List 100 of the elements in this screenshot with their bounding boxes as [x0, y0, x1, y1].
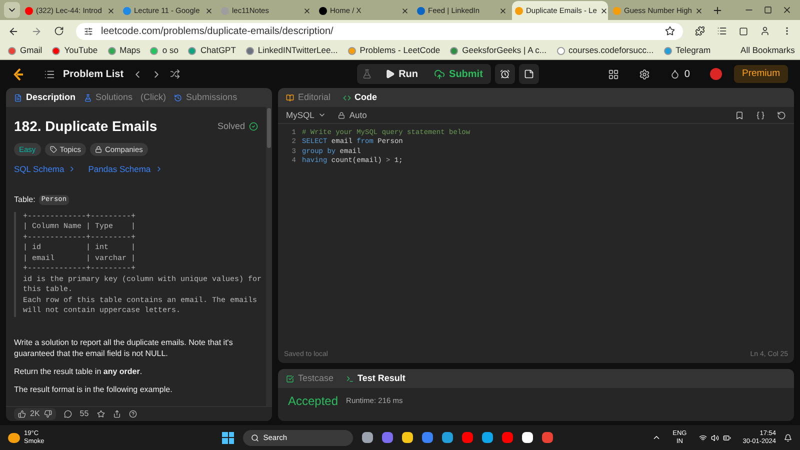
notification-icon[interactable] — [784, 434, 792, 442]
panel-tab[interactable]: Description — [14, 90, 76, 104]
media-icon[interactable] — [717, 26, 727, 36]
search-icon — [251, 434, 260, 442]
forward-icon[interactable] — [31, 26, 42, 36]
table-label: Table: — [14, 194, 36, 206]
schema-link[interactable]: SQL Schema — [14, 163, 76, 176]
maximize-icon[interactable] — [764, 6, 772, 14]
battery-icon[interactable] — [722, 434, 731, 442]
volume-icon[interactable] — [710, 434, 719, 442]
share-icon[interactable] — [112, 410, 121, 418]
schema-link[interactable]: Pandas Schema — [88, 163, 163, 176]
help-icon[interactable] — [128, 410, 137, 418]
bookmark-star-icon[interactable] — [665, 26, 675, 36]
run-button[interactable]: Run — [376, 64, 426, 84]
close-icon[interactable] — [600, 6, 608, 14]
bookmark-link[interactable]: Telegram — [676, 44, 711, 57]
star-icon[interactable] — [96, 410, 105, 418]
logo-icon — [12, 67, 24, 81]
panel-tab[interactable]: Test Result — [346, 372, 406, 386]
comment-icon[interactable] — [64, 410, 72, 418]
address-field[interactable]: leetcode.com/problems/duplicate-emails/description/ — [76, 22, 683, 40]
start-icon[interactable] — [222, 432, 234, 444]
list-icon — [44, 68, 55, 80]
tag-icon — [50, 146, 57, 153]
tab-search-button[interactable] — [4, 2, 20, 18]
settings-icon[interactable] — [639, 68, 650, 80]
submit-button[interactable]: Submit — [426, 64, 491, 84]
history-icon — [174, 94, 182, 102]
comment-count: 55 — [80, 408, 89, 420]
shuffle-icon[interactable] — [170, 69, 180, 79]
reload-icon[interactable] — [54, 26, 64, 36]
close-icon[interactable] — [401, 6, 409, 14]
reset-icon[interactable] — [777, 110, 786, 120]
taskbar-app-icon[interactable] — [482, 432, 494, 443]
verdict-text: Accepted — [288, 393, 338, 410]
taskbar-app-icon[interactable] — [362, 432, 374, 443]
tray-overflow-icon[interactable] — [652, 433, 661, 442]
cloud-upload-icon — [434, 68, 446, 80]
like-icon[interactable] — [18, 410, 26, 418]
panel-tab[interactable]: Testcase — [286, 372, 334, 386]
streak-icon — [670, 69, 680, 79]
close-icon[interactable] — [107, 6, 115, 14]
description-text: The result format is in the following example. — [14, 384, 174, 395]
checkbox-icon — [286, 374, 294, 382]
weather-icon — [8, 432, 20, 442]
solved-status: Solved — [217, 120, 245, 133]
panel-tab[interactable]: Solutions — [84, 90, 133, 104]
description-text: Write a solution to report all the duplicate emails. Note that it's guaranteed that the email field is not NULL. — [14, 336, 234, 359]
panel-tab[interactable]: Editorial — [286, 90, 331, 104]
play-icon — [384, 69, 395, 79]
close-icon[interactable] — [303, 6, 311, 14]
new-tab-icon[interactable] — [712, 5, 723, 16]
bookmark-link[interactable]: LinkedINTwitterLee... — [258, 44, 338, 57]
side-panel-icon[interactable] — [739, 26, 748, 36]
lock-icon — [338, 112, 346, 118]
dislike-icon[interactable] — [44, 410, 52, 418]
extensions-icon[interactable] — [695, 26, 705, 36]
panel-tab[interactable]: Code — [342, 90, 378, 104]
panel-tab[interactable]: Submissions — [174, 90, 238, 104]
site-info-icon[interactable] — [84, 26, 93, 36]
code-icon — [342, 94, 351, 102]
taskbar-app-icon[interactable] — [402, 432, 414, 443]
terminal-icon — [346, 374, 354, 382]
layout-icon[interactable] — [608, 68, 620, 80]
premium-button[interactable]: Premium — [734, 65, 788, 83]
bookmark-link[interactable]: GeeksforGeeks | A c... — [462, 44, 547, 57]
bookmark-link[interactable]: All Bookmarks — [740, 44, 795, 57]
avatar-icon[interactable] — [710, 68, 722, 80]
close-icon[interactable] — [205, 6, 213, 14]
bookmark-link[interactable]: YouTube — [64, 44, 98, 57]
panel-tab[interactable]: (Click) — [140, 90, 166, 104]
problem-title: 182. Duplicate Emails — [14, 117, 158, 136]
bookmark-link[interactable]: Problems - LeetCode — [360, 44, 440, 57]
taskbar-app-icon[interactable] — [522, 432, 534, 443]
note-icon[interactable] — [518, 64, 539, 84]
close-icon[interactable] — [499, 6, 507, 14]
streak-count: 0 — [684, 68, 690, 82]
url-text: leetcode.com/problems/duplicate-emails/description/ — [101, 24, 334, 38]
bookmark-link[interactable]: o so — [162, 44, 178, 57]
wifi-icon[interactable] — [698, 434, 707, 442]
mode-label[interactable]: Auto — [349, 108, 367, 122]
bookmark-link[interactable]: Gmail — [20, 44, 42, 57]
check-icon — [249, 122, 258, 131]
taskbar-app-icon[interactable] — [442, 432, 454, 443]
bookmark-icon[interactable] — [735, 110, 744, 120]
bookmark-link[interactable]: ChatGPT — [200, 44, 236, 57]
lock-icon — [94, 146, 102, 153]
bookmark-link[interactable]: Maps — [120, 44, 140, 57]
problem-list-link[interactable]: Problem List — [63, 66, 124, 82]
flask-icon — [84, 94, 92, 102]
back-icon[interactable] — [8, 26, 19, 36]
document-icon — [14, 94, 22, 102]
close-window-icon[interactable] — [782, 5, 792, 15]
bookmark-link[interactable]: courses.codeforsucc... — [568, 44, 654, 57]
close-icon[interactable] — [695, 6, 703, 14]
alarm-icon[interactable] — [494, 64, 515, 84]
profile-icon[interactable] — [760, 26, 770, 36]
language-dropdown[interactable]: MySQL — [286, 108, 326, 122]
format-icon[interactable] — [756, 110, 765, 120]
